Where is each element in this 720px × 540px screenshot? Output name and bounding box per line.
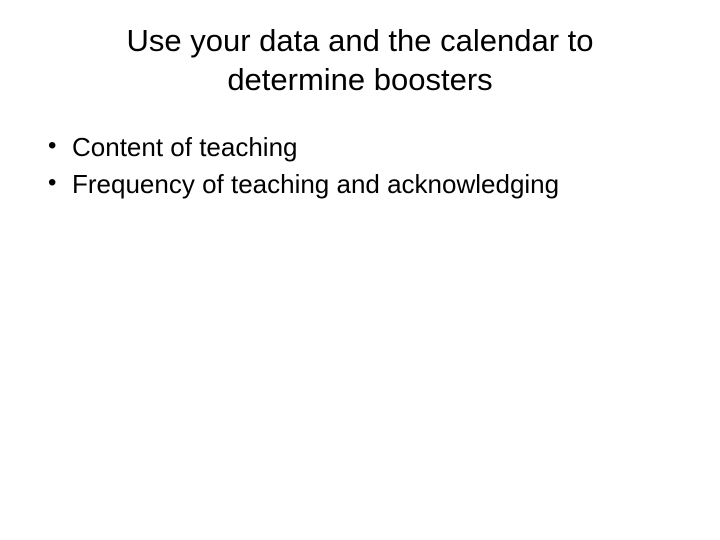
bullet-list: Content of teaching Frequency of teachin… (30, 130, 690, 202)
slide: Use your data and the calendar to determ… (0, 0, 720, 540)
list-item: Frequency of teaching and acknowledging (48, 167, 690, 202)
list-item: Content of teaching (48, 130, 690, 165)
slide-title: Use your data and the calendar to determ… (60, 22, 660, 100)
